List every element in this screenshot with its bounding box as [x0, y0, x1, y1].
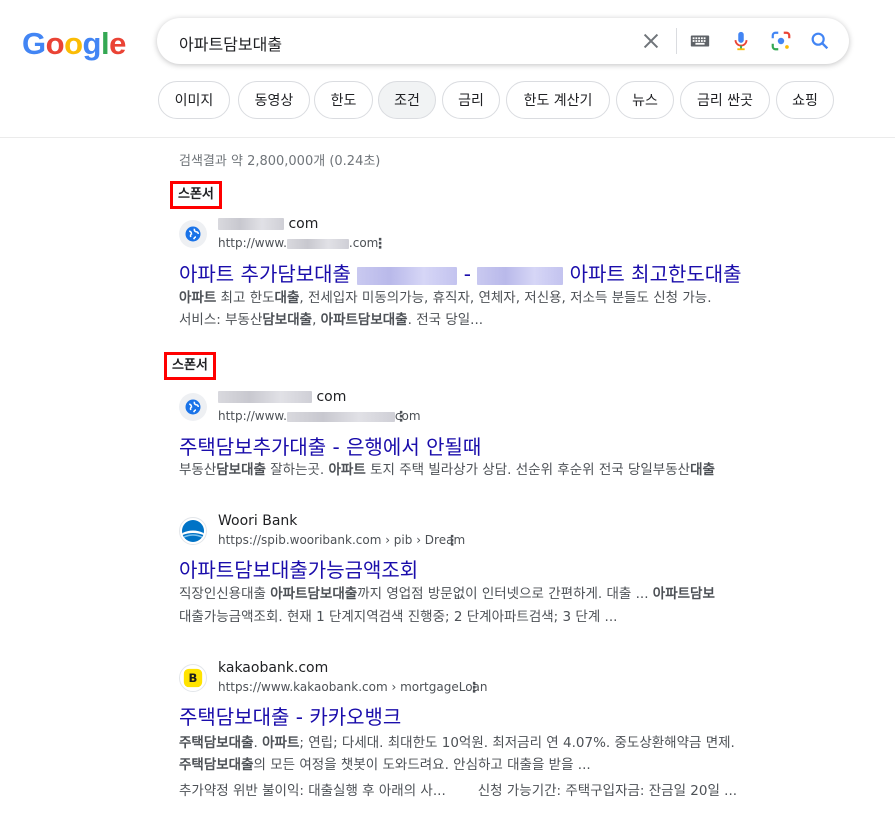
- keyboard-icon[interactable]: [689, 30, 711, 52]
- result-title[interactable]: 아파트 추가담보대출 - 아파트 최고한도대출: [179, 258, 742, 287]
- more-options-icon[interactable]: ⋮: [445, 534, 459, 548]
- snippet-text: 잘하는곳.: [265, 462, 329, 478]
- sponsored-label: 스폰서: [170, 181, 222, 209]
- snippet-bold: 담보대출: [262, 312, 313, 328]
- snippet-text: 토지 주택 빌라상가 상담. 선순위 후순위 전국 당일부동산: [365, 462, 691, 478]
- title-part: 아파트 추가담보대출: [179, 262, 351, 286]
- result-snippet: 부동산담보대출 잘하는곳. 아파트 토지 주택 빌라상가 상담. 선순위 후순위…: [179, 459, 715, 481]
- snippet-bold: 주택담보대출: [179, 757, 254, 773]
- search-box[interactable]: 아파트담보대출: [157, 18, 849, 64]
- site-name: Woori Bank: [218, 513, 298, 529]
- logo-letter: o: [64, 26, 83, 61]
- chip-videos[interactable]: 동영상: [238, 81, 310, 119]
- search-icon[interactable]: [809, 30, 831, 52]
- snippet-text: 서비스: 부동산: [179, 312, 263, 328]
- logo-letter: g: [82, 26, 102, 61]
- chip-interest[interactable]: 금리: [442, 81, 500, 119]
- snippet-text: 부동산: [179, 462, 217, 478]
- snippet-text: .: [253, 735, 263, 751]
- snippet-bold: 아파트담보대출: [320, 312, 408, 328]
- snippet-text: . 전국 당일...: [407, 312, 484, 328]
- redacted-text: [286, 411, 395, 422]
- chip-images[interactable]: 이미지: [158, 81, 230, 119]
- redacted-text: [286, 238, 349, 249]
- result-sitelinks: 추가약정 위반 불이익: 대출실행 후 아래의 사... 신청 가능기간: 주택구…: [179, 780, 737, 802]
- kakaobank-logo-icon: B: [179, 664, 207, 692]
- microphone-icon[interactable]: [730, 30, 752, 52]
- more-options-icon[interactable]: ⋮: [373, 237, 387, 251]
- snippet-text: ; 연립; 다세대. 최대한도 10억원. 최저금리 연 4.07%. 중도상환…: [299, 735, 735, 751]
- snippet-text: 의 모든 여정을 챗봇이 도와드려요. 안심하고 대출을 받을 ...: [253, 757, 591, 773]
- camera-lens-icon[interactable]: [770, 30, 792, 52]
- snippet-bold: 담보대출: [216, 462, 266, 478]
- sponsored-label: 스폰서: [164, 352, 216, 380]
- header-divider: [0, 137, 895, 138]
- result-snippet: 아파트 최고 한도대출, 전세입자 미동의가능, 휴직자, 연체자, 저신용, …: [179, 287, 712, 309]
- globe-icon: [179, 220, 207, 248]
- title-dash: -: [463, 262, 471, 286]
- redacted-text: [218, 218, 284, 230]
- title-part: 아파트 최고한도대출: [569, 262, 742, 286]
- sitelink-text[interactable]: 추가약정 위반 불이익: 대출실행 후 아래의 사...: [179, 783, 446, 799]
- snippet-bold: 아파트담보: [652, 586, 715, 602]
- result-snippet: 직장인신용대출 아파트담보대출까지 영업점 방문없이 인터넷으로 간편하게. 대…: [179, 583, 715, 605]
- snippet-bold: 아파트: [328, 462, 366, 478]
- snippet-text: 까지 영업점 방문없이 인터넷으로 간편하게. 대출 ...: [357, 586, 653, 602]
- result-snippet: 주택담보대출의 모든 여정을 챗봇이 도와드려요. 안심하고 대출을 받을 ..…: [179, 754, 591, 776]
- logo-letter: G: [22, 26, 46, 61]
- logo-letter: o: [45, 26, 65, 61]
- site-suffix: com: [288, 216, 319, 232]
- result-snippet: 서비스: 부동산담보대출, 아파트담보대출. 전국 당일...: [179, 309, 483, 331]
- more-options-icon[interactable]: ⋮: [467, 681, 481, 695]
- redacted-text: [218, 391, 312, 403]
- result-stats: 검색결과 약 2,800,000개 (0.24초): [179, 154, 381, 169]
- site-url[interactable]: https://spib.wooribank.com › pib › Dream: [218, 533, 465, 547]
- search-input[interactable]: 아파트담보대출: [179, 31, 282, 55]
- chip-conditions[interactable]: 조건: [378, 81, 436, 119]
- site-suffix: com: [316, 389, 347, 405]
- site-url[interactable]: https://www.kakaobank.com › mortgageLoan: [218, 680, 488, 694]
- snippet-text: 최고 한도: [216, 290, 275, 306]
- globe-icon: [179, 393, 207, 421]
- wooribank-logo-icon: [179, 517, 207, 545]
- site-url[interactable]: http://www. .com: [218, 236, 378, 250]
- logo-letter: e: [109, 26, 126, 61]
- snippet-bold: 아파트: [262, 735, 300, 751]
- more-options-icon[interactable]: ⋮: [394, 410, 408, 424]
- site-name: com: [218, 216, 318, 232]
- url-prefix: http://www.: [218, 236, 287, 250]
- snippet-text: 직장인신용대출: [179, 586, 271, 602]
- snippet-bold: 아파트: [179, 290, 217, 306]
- svg-text:B: B: [189, 671, 198, 685]
- chip-low-rate[interactable]: 금리 싼곳: [680, 81, 770, 119]
- snippet-bold: 대출: [690, 462, 715, 478]
- redacted-text: [477, 266, 564, 285]
- url-prefix: http://www.: [218, 409, 287, 423]
- result-title[interactable]: 주택담보대출 - 카카오뱅크: [179, 701, 401, 730]
- result-snippet: 주택담보대출. 아파트; 연립; 다세대. 최대한도 10억원. 최저금리 연 …: [179, 732, 735, 754]
- site-name: com: [218, 389, 346, 405]
- chip-shopping[interactable]: 쇼핑: [776, 81, 834, 119]
- result-title[interactable]: 아파트담보대출가능금액조회: [179, 554, 418, 583]
- search-divider: [676, 28, 677, 54]
- site-url[interactable]: http://www. com: [218, 409, 421, 423]
- snippet-text: , 전세입자 미동의가능, 휴직자, 연체자, 저신용, 저소득 분들도 신청 …: [299, 290, 712, 306]
- snippet-bold: 대출: [274, 290, 300, 306]
- chip-limit[interactable]: 한도: [314, 81, 373, 119]
- redacted-text: [357, 266, 458, 285]
- result-snippet: 대출가능금액조회. 현재 1 단계지역검색 진행중; 2 단계아파트검색; 3 …: [179, 609, 618, 625]
- logo-letter: l: [100, 26, 110, 61]
- clear-icon[interactable]: [640, 30, 662, 52]
- snippet-bold: 주택담보대출: [179, 735, 254, 751]
- snippet-bold: 아파트담보대출: [270, 586, 358, 602]
- google-logo[interactable]: Google: [22, 26, 126, 62]
- site-name: kakaobank.com: [218, 660, 329, 676]
- snippet-text: ,: [312, 312, 321, 328]
- result-title[interactable]: 주택담보추가대출 - 은행에서 안될때: [179, 431, 481, 460]
- chip-news[interactable]: 뉴스: [616, 81, 674, 119]
- sitelink-text[interactable]: 신청 가능기간: 주택구입자금: 잔금일 20일 ...: [478, 783, 737, 799]
- chip-limit-calculator[interactable]: 한도 계산기: [506, 81, 610, 119]
